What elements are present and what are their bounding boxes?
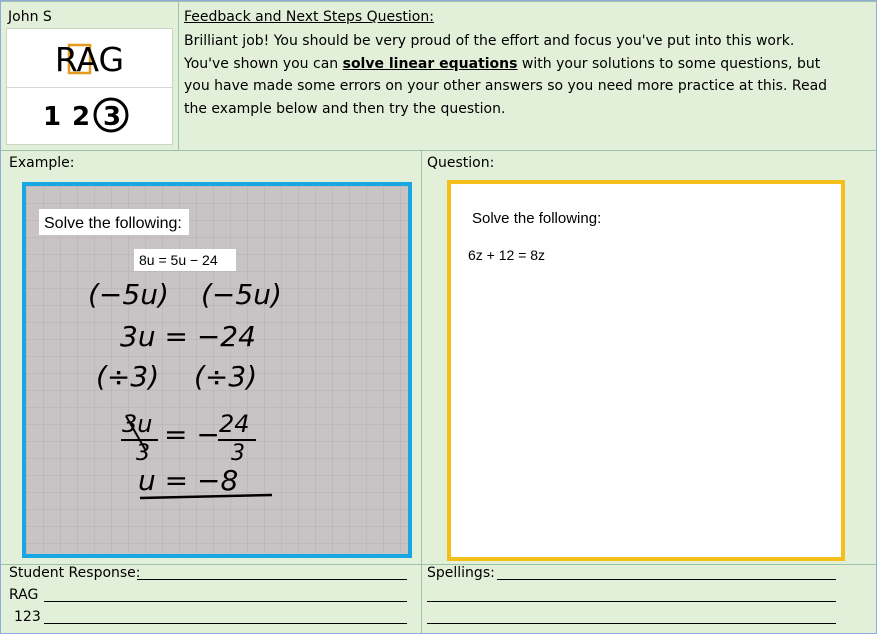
student-response-label: Student Response: bbox=[9, 565, 141, 581]
question-panel: Solve the following: 6z + 12 = 8z bbox=[447, 180, 845, 561]
feedback-text: Brilliant job! You should be very proud … bbox=[184, 30, 834, 120]
question-label: Question: bbox=[427, 155, 495, 171]
spellings-line-2 bbox=[427, 601, 836, 602]
grid-line bbox=[1, 150, 876, 151]
number-line bbox=[44, 623, 407, 624]
feedback-sheet: John S RAG 1 2 3 Feedback and Next Steps… bbox=[0, 0, 877, 634]
example-equation: 8u = 5u − 24 bbox=[139, 252, 218, 268]
rag-digit-3: 3 bbox=[103, 102, 121, 132]
rag-line bbox=[44, 601, 407, 602]
step-3: 3 bbox=[231, 441, 245, 466]
feedback-heading: Feedback and Next Steps Question: bbox=[184, 9, 434, 25]
step-subtract-right: (−5u) bbox=[201, 278, 282, 311]
rag-digit-1: 1 bbox=[43, 102, 61, 132]
student-response-line bbox=[137, 579, 407, 580]
question-equation: 6z + 12 = 8z bbox=[468, 247, 546, 263]
spellings-line-3 bbox=[427, 623, 836, 624]
grid-line bbox=[178, 1, 179, 150]
example-image: Solve the following: 8u = 5u − 24 (−5u) … bbox=[22, 182, 412, 558]
rag-logo-text: RAG bbox=[55, 40, 124, 79]
rag-digit-2: 2 bbox=[72, 102, 90, 132]
grid-line bbox=[421, 150, 422, 633]
rag-panel: RAG 1 2 3 bbox=[6, 28, 173, 145]
step-subtract-left: (−5u) bbox=[88, 278, 169, 311]
student-name: John S bbox=[8, 9, 52, 25]
step-24: 24 bbox=[219, 410, 250, 438]
example-instruction: Solve the following: bbox=[44, 215, 182, 232]
worked-example-image: Solve the following: 8u = 5u − 24 (−5u) … bbox=[26, 186, 408, 554]
question-instruction: Solve the following: bbox=[472, 210, 602, 227]
step-divide-left: (÷3) bbox=[96, 360, 159, 393]
spellings-line-1 bbox=[497, 579, 836, 580]
number-label: 123 bbox=[14, 609, 41, 625]
step-divide-right: (÷3) bbox=[194, 360, 257, 393]
step-answer: u = −8 bbox=[138, 464, 238, 497]
step-equals-minus: = − bbox=[164, 418, 220, 451]
example-label: Example: bbox=[9, 155, 75, 171]
grid-line bbox=[1, 1, 876, 2]
rag-divider bbox=[7, 87, 172, 88]
rag-label: RAG bbox=[9, 587, 39, 603]
spellings-label: Spellings: bbox=[427, 565, 495, 581]
step-3u-equals: 3u = −24 bbox=[120, 320, 256, 353]
feedback-highlight: solve linear equations bbox=[342, 55, 518, 72]
